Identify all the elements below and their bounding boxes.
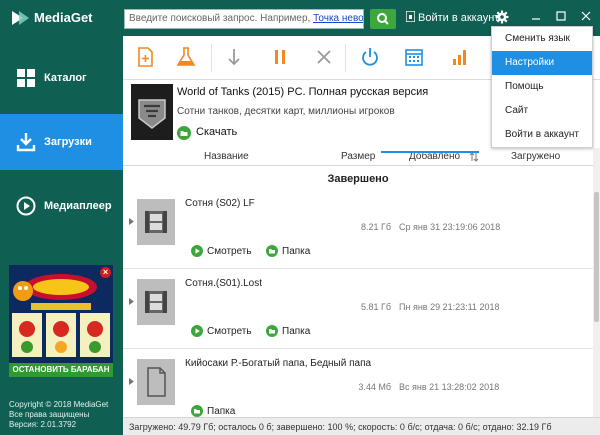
folder-icon	[266, 325, 278, 337]
close-window-button[interactable]	[579, 9, 593, 23]
expand-caret-icon[interactable]	[129, 378, 134, 385]
gear-icon[interactable]	[495, 10, 509, 24]
watch-label: Смотреть	[207, 326, 252, 337]
search-button[interactable]	[370, 9, 396, 29]
status-bar: Загружено: 49.79 Гб; осталось 0 б; завер…	[123, 417, 600, 435]
grid-icon	[17, 69, 35, 87]
ad-slot-machine-image	[9, 265, 113, 363]
item-size: 3.44 Мб	[358, 382, 391, 392]
add-file-icon[interactable]	[135, 46, 157, 68]
folder-label: Папка	[282, 246, 311, 257]
folder-icon	[266, 245, 278, 257]
folder-label: Папка	[207, 406, 236, 417]
document-thumbnail-icon	[137, 359, 175, 405]
copyright: Copyright © 2018 MediaGet Все права защи…	[9, 400, 108, 430]
toolbar-separator	[211, 44, 212, 72]
settings-menu: Сменить язык Настройки Помощь Сайт Войти…	[491, 26, 593, 148]
stats-icon[interactable]	[449, 46, 471, 68]
banner-subtitle: Сотни танков, десятки карт, миллионы игр…	[177, 106, 395, 117]
watch-label: Смотреть	[207, 246, 252, 257]
power-icon[interactable]	[359, 46, 381, 68]
copyright-line: Copyright © 2018 MediaGet	[9, 400, 109, 409]
search-input[interactable]	[125, 10, 363, 28]
folder-icon	[191, 405, 203, 417]
login-button[interactable]: Войти в аккаунт	[406, 11, 499, 24]
sidebar: Каталог Загрузки Медиаплеер × ОСТАНОВИТЬ…	[0, 36, 123, 435]
play-icon	[16, 196, 36, 216]
menu-item-help[interactable]: Помощь	[492, 75, 592, 99]
item-date: Вс янв 21 13:28:02 2018	[399, 382, 500, 392]
item-size: 8.21 Гб	[360, 222, 391, 232]
video-thumbnail-icon	[137, 199, 175, 245]
pause-icon[interactable]	[269, 46, 291, 68]
play-circle-icon	[191, 325, 203, 337]
menu-item-login[interactable]: Войти в аккаунт	[492, 123, 592, 147]
scrollbar-thumb[interactable]	[594, 192, 599, 322]
sidebar-item-label: Каталог	[44, 72, 87, 84]
item-name: Сотня.(S01).Lost	[185, 278, 262, 289]
item-date: Ср янв 31 23:19:06 2018	[399, 222, 501, 232]
delete-icon[interactable]	[313, 46, 335, 68]
mediaget-logo-icon	[12, 11, 29, 25]
minimize-button[interactable]	[529, 9, 543, 23]
item-date: Пн янв 29 21:23:11 2018	[399, 302, 500, 312]
expand-caret-icon[interactable]	[129, 218, 134, 225]
advertisement-banner[interactable]: × ОСТАНОВИТЬ БАРАБАН	[9, 265, 113, 377]
search-box[interactable]: Введите поисковый запрос. Например, Точк…	[124, 9, 364, 29]
ad-stop-button[interactable]: ОСТАНОВИТЬ БАРАБАН	[9, 363, 113, 377]
rights-line: Все права защищены	[9, 410, 90, 419]
list-item[interactable]: Сотня.(S01).Lost 5.81 Гб Пн янв 29 21:23…	[123, 269, 593, 349]
sidebar-item-downloads[interactable]: Загрузки	[0, 114, 123, 170]
video-thumbnail-icon	[137, 279, 175, 325]
folder-label: Папка	[282, 326, 311, 337]
item-name: Сотня (S02) LF	[185, 198, 255, 209]
menu-item-site[interactable]: Сайт	[492, 99, 592, 123]
item-name: Кийосаки Р.-Богатый папа, Бедный папа	[185, 358, 372, 369]
world-of-tanks-logo-icon[interactable]	[131, 84, 173, 140]
play-circle-icon	[191, 245, 203, 257]
calendar-icon[interactable]	[403, 46, 425, 68]
list-item[interactable]: Сотня (S02) LF 8.21 Гб Ср янв 31 23:19:0…	[123, 189, 593, 269]
sidebar-item-catalog[interactable]: Каталог	[0, 50, 123, 106]
column-header: Название Размер Добавлено Загружено	[123, 148, 593, 166]
user-icon	[406, 11, 415, 22]
list-item[interactable]: Кийосаки Р.-Богатый папа, Бедный папа 3.…	[123, 349, 593, 417]
banner-download-label: Скачать	[196, 126, 238, 138]
ad-close-icon[interactable]: ×	[100, 267, 111, 278]
maximize-button[interactable]	[554, 9, 568, 23]
expand-caret-icon[interactable]	[129, 298, 134, 305]
sidebar-item-label: Медиаплеер	[44, 200, 112, 212]
download-icon	[16, 133, 36, 152]
flask-icon[interactable]	[175, 46, 197, 68]
column-size[interactable]: Размер	[341, 151, 375, 162]
sort-icon[interactable]	[469, 152, 479, 162]
menu-item-change-language[interactable]: Сменить язык	[492, 27, 592, 51]
app-title: MediaGet	[34, 10, 93, 25]
arrow-down-icon[interactable]	[223, 46, 245, 68]
banner-title: World of Tanks (2015) PC. Полная русская…	[177, 86, 429, 98]
menu-item-settings[interactable]: Настройки	[492, 51, 592, 75]
group-title: Завершено	[327, 173, 389, 185]
active-sort-indicator	[381, 151, 479, 153]
login-label: Войти в аккаунт	[418, 12, 500, 24]
toolbar-separator	[345, 44, 346, 72]
downloads-list: Завершено Сотня (S02) LF 8.21 Гб Ср янв …	[123, 167, 593, 417]
item-size: 5.81 Гб	[360, 302, 391, 312]
sidebar-item-mediaplayer[interactable]: Медиаплеер	[0, 178, 123, 234]
version-line: Версия: 2.01.3792	[9, 420, 77, 429]
download-folder-icon	[177, 126, 191, 140]
column-downloaded[interactable]: Загружено	[511, 151, 560, 162]
column-name[interactable]: Название	[204, 151, 249, 162]
search-icon	[377, 13, 389, 25]
sidebar-item-label: Загрузки	[44, 136, 92, 148]
scrollbar[interactable]	[593, 148, 600, 418]
